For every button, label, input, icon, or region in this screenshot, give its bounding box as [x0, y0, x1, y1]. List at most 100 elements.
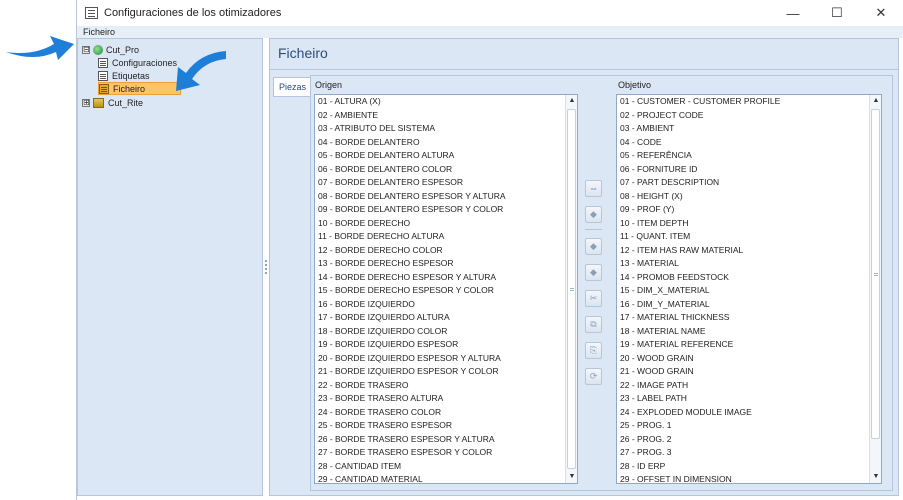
target-list-item[interactable]: 13 - MATERIAL	[617, 257, 881, 271]
source-list-item[interactable]: 13 - BORDE DERECHO ESPESOR	[315, 257, 577, 271]
scroll-up-icon[interactable]: ▲	[566, 95, 577, 107]
tree-pane: ⊟ Cut_Pro Configuraciones Etiquetas Fich…	[77, 38, 263, 496]
expand-icon[interactable]: ⊞	[82, 98, 90, 107]
target-list-item[interactable]: 14 - PROMOB FEEDSTOCK	[617, 271, 881, 285]
source-list-item[interactable]: 28 - CANTIDAD ITEM	[315, 460, 577, 474]
splitter-grip[interactable]	[265, 260, 267, 274]
cut-button[interactable]: ✂	[585, 290, 602, 307]
scroll-down-icon[interactable]: ▼	[870, 471, 881, 483]
config-icon	[98, 57, 108, 68]
source-list-item[interactable]: 19 - BORDE IZQUIERDO ESPESOR	[315, 338, 577, 352]
source-list-item[interactable]: 10 - BORDE DERECHO	[315, 217, 577, 231]
content-pane: Ficheiro Piezas Origen 01 - ALTURA (X) 02…	[269, 38, 899, 496]
source-list-item[interactable]: 07 - BORDE DELANTERO ESPESOR	[315, 176, 577, 190]
target-list-item[interactable]: 20 - WOOD GRAIN	[617, 352, 881, 366]
target-list-item[interactable]: 29 - OFFSET IN DIMENSION	[617, 473, 881, 483]
refresh-button[interactable]: ⟳	[585, 368, 602, 385]
target-list-item[interactable]: 01 - CUSTOMER - CUSTOMER PROFILE	[617, 95, 881, 109]
menu-bar: Ficheiro	[77, 26, 903, 38]
target-scroll-thumb[interactable]	[871, 109, 880, 439]
target-list-item[interactable]: 22 - IMAGE PATH	[617, 379, 881, 393]
target-list-item[interactable]: 26 - PROG. 2	[617, 433, 881, 447]
target-list[interactable]: 01 - CUSTOMER - CUSTOMER PROFILE 02 - PRO…	[616, 94, 882, 484]
close-button[interactable]: ✕	[859, 0, 903, 26]
title-bar: Configuraciones de los otimizadores — ☐ …	[77, 0, 903, 26]
target-list-item[interactable]: 10 - ITEM DEPTH	[617, 217, 881, 231]
target-list-item[interactable]: 12 - ITEM HAS RAW MATERIAL	[617, 244, 881, 258]
target-list-item[interactable]: 07 - PART DESCRIPTION	[617, 176, 881, 190]
target-list-item[interactable]: 25 - PROG. 1	[617, 419, 881, 433]
target-list-item[interactable]: 18 - MATERIAL NAME	[617, 325, 881, 339]
target-list-item[interactable]: 11 - QUANT. ITEM	[617, 230, 881, 244]
target-list-item[interactable]: 06 - FORNITURE ID	[617, 163, 881, 177]
source-list-item[interactable]: 21 - BORDE IZQUIERDO ESPESOR Y COLOR	[315, 365, 577, 379]
target-list-item[interactable]: 04 - CODE	[617, 136, 881, 150]
source-list-item[interactable]: 12 - BORDE DERECHO COLOR	[315, 244, 577, 258]
maximize-button[interactable]: ☐	[815, 0, 859, 26]
target-list-item[interactable]: 17 - MATERIAL THICKNESS	[617, 311, 881, 325]
target-list-item[interactable]: 27 - PROG. 3	[617, 446, 881, 460]
target-list-item[interactable]: 23 - LABEL PATH	[617, 392, 881, 406]
target-list-item[interactable]: 21 - WOOD GRAIN	[617, 365, 881, 379]
window: Configuraciones de los otimizadores — ☐ …	[76, 0, 903, 500]
target-label: Objetivo	[618, 80, 652, 90]
copy-button[interactable]: ⧉	[585, 316, 602, 333]
source-list-item[interactable]: 29 - CANTIDAD MATERIAL	[315, 473, 577, 483]
source-list-item[interactable]: 06 - BORDE DELANTERO COLOR	[315, 163, 577, 177]
scroll-down-icon[interactable]: ▼	[566, 471, 577, 483]
menu-file[interactable]: Ficheiro	[83, 27, 115, 37]
target-list-item[interactable]: 09 - PROF (Y)	[617, 203, 881, 217]
source-list-item[interactable]: 22 - BORDE TRASERO	[315, 379, 577, 393]
source-list-item[interactable]: 04 - BORDE DELANTERO	[315, 136, 577, 150]
source-list-item[interactable]: 18 - BORDE IZQUIERDO COLOR	[315, 325, 577, 339]
source-list-item[interactable]: 25 - BORDE TRASERO ESPESOR	[315, 419, 577, 433]
tree-node-cut-rite[interactable]: ⊞ Cut_Rite	[82, 96, 143, 109]
source-list-item[interactable]: 16 - BORDE IZQUIERDO	[315, 298, 577, 312]
target-list-item[interactable]: 16 - DIM_Y_MATERIAL	[617, 298, 881, 312]
source-scroll-thumb[interactable]	[567, 109, 576, 469]
add-button[interactable]: ◆	[585, 206, 602, 223]
target-list-item[interactable]: 15 - DIM_X_MATERIAL	[617, 284, 881, 298]
minimize-button[interactable]: —	[771, 0, 815, 26]
collapse-icon[interactable]: ⊟	[82, 45, 90, 54]
source-list[interactable]: 01 - ALTURA (X) 02 - AMBIENTE 03 - ATRIBUT…	[314, 94, 578, 484]
source-list-item[interactable]: 14 - BORDE DERECHO ESPESOR Y ALTURA	[315, 271, 577, 285]
tab-piezas[interactable]: Piezas	[273, 77, 311, 97]
target-list-item[interactable]: 02 - PROJECT CODE	[617, 109, 881, 123]
source-list-item[interactable]: 08 - BORDE DELANTERO ESPESOR Y ALTURA	[315, 190, 577, 204]
tree-node-cut-pro[interactable]: ⊟ Cut_Pro	[82, 43, 139, 56]
add-all-button[interactable]: ◆	[585, 264, 602, 281]
target-list-item[interactable]: 24 - EXPLODED MODULE IMAGE	[617, 406, 881, 420]
app-icon	[85, 7, 98, 19]
target-list-item[interactable]: 08 - HEIGHT (X)	[617, 190, 881, 204]
source-list-item[interactable]: 15 - BORDE DERECHO ESPESOR Y COLOR	[315, 284, 577, 298]
source-list-item[interactable]: 26 - BORDE TRASERO ESPESOR Y ALTURA	[315, 433, 577, 447]
target-list-item[interactable]: 19 - MATERIAL REFERENCE	[617, 338, 881, 352]
source-list-item[interactable]: 17 - BORDE IZQUIERDO ALTURA	[315, 311, 577, 325]
source-list-item[interactable]: 01 - ALTURA (X)	[315, 95, 577, 109]
grip-icon	[874, 273, 878, 276]
source-list-item[interactable]: 11 - BORDE DERECHO ALTURA	[315, 230, 577, 244]
source-list-item[interactable]: 27 - BORDE TRASERO ESPESOR Y COLOR	[315, 446, 577, 460]
source-scrollbar[interactable]: ▲ ▼	[565, 95, 577, 483]
source-list-item[interactable]: 09 - BORDE DELANTERO ESPESOR Y COLOR	[315, 203, 577, 217]
tree-node-etiquetas[interactable]: Etiquetas	[98, 69, 150, 82]
link-button[interactable]: ⇔	[585, 180, 602, 197]
remove-button[interactable]: ◆	[585, 238, 602, 255]
annotation-arrow-ficheiro	[176, 51, 226, 91]
source-list-item[interactable]: 02 - AMBIENTE	[315, 109, 577, 123]
source-list-item[interactable]: 23 - BORDE TRASERO ALTURA	[315, 392, 577, 406]
target-list-item[interactable]: 03 - AMBIENT	[617, 122, 881, 136]
source-list-item[interactable]: 03 - ATRIBUTO DEL SISTEMA	[315, 122, 577, 136]
target-list-item[interactable]: 05 - REFERÊNCIA	[617, 149, 881, 163]
target-scrollbar[interactable]: ▲ ▼	[869, 95, 881, 483]
action-buttons: ⇔ ◆ ◆ ◆ ✂ ⧉ ⎘ ⟳	[585, 180, 602, 394]
target-list-item[interactable]: 28 - ID ERP	[617, 460, 881, 474]
paste-button[interactable]: ⎘	[585, 342, 602, 359]
file-icon	[99, 83, 109, 94]
source-list-item[interactable]: 24 - BORDE TRASERO COLOR	[315, 406, 577, 420]
source-list-item[interactable]: 05 - BORDE DELANTERO ALTURA	[315, 149, 577, 163]
window-title: Configuraciones de los otimizadores	[104, 7, 282, 19]
source-list-item[interactable]: 20 - BORDE IZQUIERDO ESPESOR Y ALTURA	[315, 352, 577, 366]
scroll-up-icon[interactable]: ▲	[870, 95, 881, 107]
